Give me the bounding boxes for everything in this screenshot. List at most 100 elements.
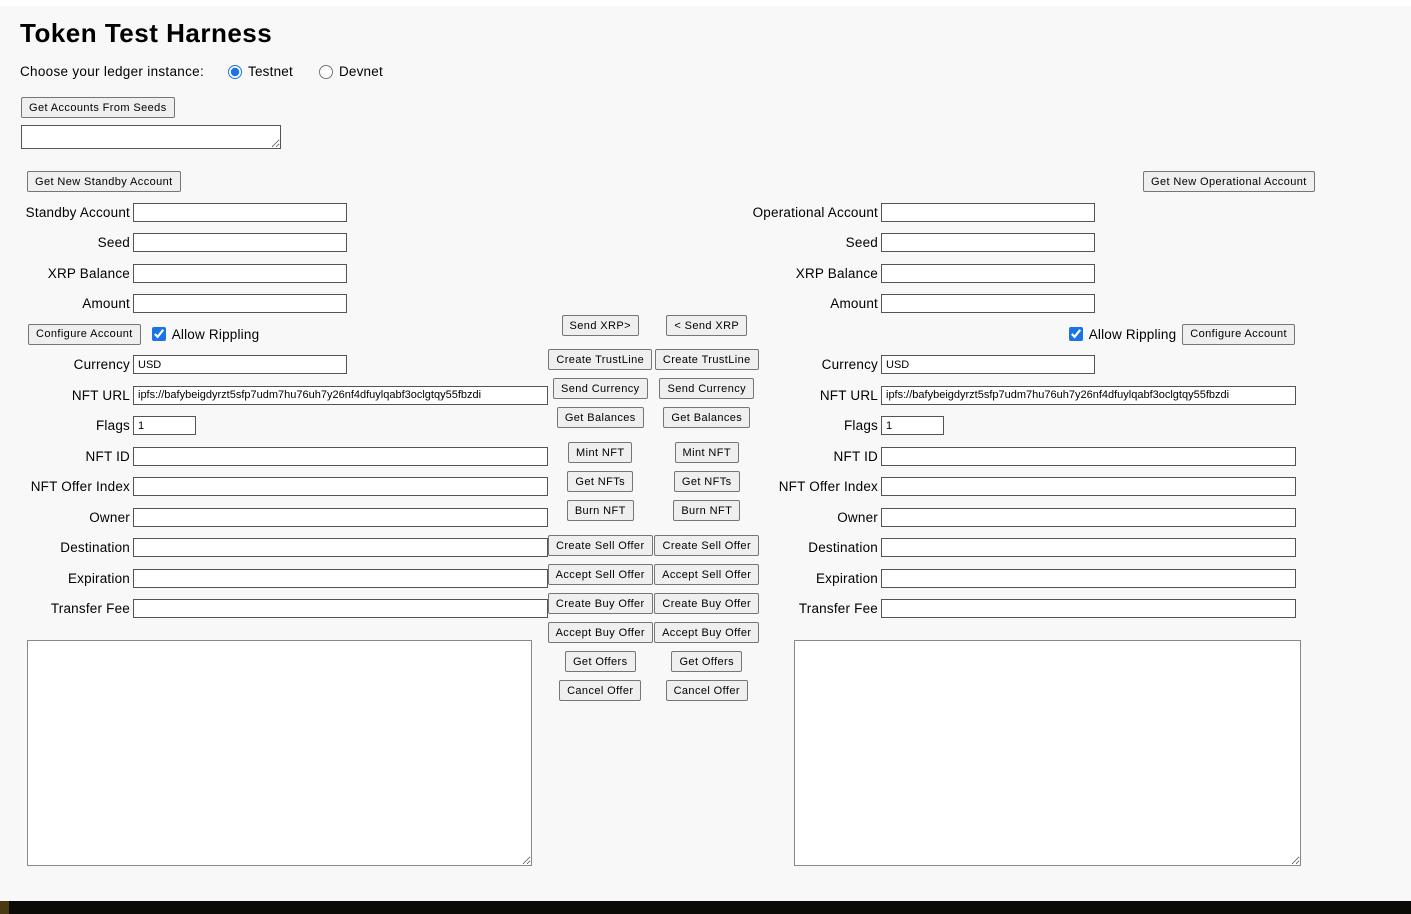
configure-operational-account-button[interactable]: Configure Account [1182, 324, 1295, 345]
operational-burn-nft-button[interactable]: Burn NFT [673, 500, 740, 521]
operational-expiration-input[interactable] [881, 569, 1296, 588]
standby-xrp-balance-label: XRP Balance [0, 266, 133, 281]
operational-owner-input[interactable] [881, 508, 1296, 527]
form-row: Amount [748, 294, 1296, 314]
standby-currency-input[interactable] [133, 355, 347, 374]
operational-flags-input[interactable] [881, 416, 944, 435]
operational-transfer-fee-label: Transfer Fee [748, 601, 881, 616]
standby-amount-input[interactable] [133, 294, 347, 313]
operational-get-nfts-button[interactable]: Get NFTs [674, 471, 740, 492]
standby-seed-label: Seed [0, 235, 133, 250]
operational-get-balances-button[interactable]: Get Balances [663, 407, 750, 428]
operational-send-currency-button[interactable]: Send Currency [659, 378, 754, 399]
form-row: Destination [748, 538, 1296, 558]
operational-create-sell-offer-button[interactable]: Create Sell Offer [654, 535, 759, 556]
form-row: Owner [0, 507, 560, 527]
form-row: NFT Offer Index [748, 477, 1296, 497]
standby-owner-label: Owner [0, 510, 133, 525]
devnet-radio[interactable] [319, 65, 333, 79]
operational-results-textarea[interactable] [794, 640, 1301, 866]
standby-results-textarea[interactable] [27, 640, 532, 866]
operational-nft-offer-index-input[interactable] [881, 477, 1296, 496]
standby-burn-nft-button[interactable]: Burn NFT [567, 500, 634, 521]
operational-get-offers-button[interactable]: Get Offers [671, 651, 742, 672]
configure-standby-account-button[interactable]: Configure Account [28, 324, 141, 345]
operational-destination-label: Destination [748, 540, 881, 555]
get-accounts-from-seeds-button[interactable]: Get Accounts From Seeds [21, 97, 175, 118]
standby-amount-label: Amount [0, 296, 133, 311]
standby-nft-offer-index-input[interactable] [133, 477, 548, 496]
operational-nft-id-input[interactable] [881, 447, 1296, 466]
operational-transfer-fee-input[interactable] [881, 599, 1296, 618]
standby-nft-id-input[interactable] [133, 447, 548, 466]
operational-currency-input[interactable] [881, 355, 1095, 374]
operational-account-input[interactable] [881, 203, 1095, 222]
form-row: NFT ID [0, 446, 560, 466]
standby-send-xrp-button[interactable]: Send XRP> [562, 315, 639, 336]
operational-form: Operational Account Seed XRP Balance Amo… [748, 202, 1296, 629]
operational-destination-input[interactable] [881, 538, 1296, 557]
action-row-create-buy-offer: Create Buy Offer Create Buy Offer [547, 593, 760, 614]
standby-expiration-input[interactable] [133, 569, 548, 588]
radio-option-devnet[interactable]: Devnet [319, 64, 383, 79]
operational-amount-input[interactable] [881, 294, 1095, 313]
standby-accept-buy-offer-button[interactable]: Accept Buy Offer [548, 622, 653, 643]
seeds-textarea[interactable] [21, 125, 281, 149]
standby-cancel-offer-button[interactable]: Cancel Offer [559, 680, 641, 701]
operational-seed-input[interactable] [881, 233, 1095, 252]
standby-get-nfts-button[interactable]: Get NFTs [567, 471, 633, 492]
standby-accept-sell-offer-button[interactable]: Accept Sell Offer [548, 564, 653, 585]
standby-send-currency-button[interactable]: Send Currency [553, 378, 648, 399]
operational-nft-url-label: NFT URL [748, 388, 881, 403]
standby-get-balances-button[interactable]: Get Balances [557, 407, 644, 428]
operational-create-trustline-button[interactable]: Create TrustLine [655, 349, 759, 370]
form-row: Seed [0, 233, 560, 253]
action-row-burn-nft: Burn NFT Burn NFT [547, 500, 760, 521]
action-row-cancel-offer: Cancel Offer Cancel Offer [547, 680, 760, 701]
action-row-mint-nft: Mint NFT Mint NFT [547, 442, 760, 463]
operational-xrp-balance-input[interactable] [881, 264, 1095, 283]
standby-create-sell-offer-button[interactable]: Create Sell Offer [548, 535, 653, 556]
operational-xrp-balance-label: XRP Balance [748, 266, 881, 281]
form-row: XRP Balance [0, 263, 560, 283]
action-row-get-nfts: Get NFTs Get NFTs [547, 471, 760, 492]
standby-xrp-balance-input[interactable] [133, 264, 347, 283]
standby-seed-input[interactable] [133, 233, 347, 252]
operational-accept-buy-offer-button[interactable]: Accept Buy Offer [654, 622, 759, 643]
standby-allow-rippling-label[interactable]: Allow Rippling [172, 327, 260, 342]
form-row: NFT URL [0, 385, 560, 405]
operational-mint-nft-button[interactable]: Mint NFT [675, 442, 739, 463]
standby-nft-url-input[interactable] [133, 386, 548, 405]
standby-transfer-fee-input[interactable] [133, 599, 548, 618]
testnet-radio[interactable] [228, 65, 242, 79]
operational-create-buy-offer-button[interactable]: Create Buy Offer [654, 593, 759, 614]
form-row: Transfer Fee [748, 599, 1296, 619]
get-new-operational-account-button[interactable]: Get New Operational Account [1143, 171, 1315, 192]
standby-create-trustline-button[interactable]: Create TrustLine [548, 349, 652, 370]
action-row-create-sell-offer: Create Sell Offer Create Sell Offer [547, 535, 760, 556]
standby-owner-input[interactable] [133, 508, 548, 527]
radio-option-testnet[interactable]: Testnet [228, 64, 293, 79]
devnet-label[interactable]: Devnet [339, 64, 383, 79]
standby-flags-input[interactable] [133, 416, 196, 435]
standby-allow-rippling-checkbox[interactable] [152, 327, 166, 341]
operational-flags-label: Flags [748, 418, 881, 433]
get-new-standby-account-button[interactable]: Get New Standby Account [27, 171, 181, 192]
testnet-label[interactable]: Testnet [248, 64, 293, 79]
operational-cancel-offer-button[interactable]: Cancel Offer [666, 680, 748, 701]
standby-get-offers-button[interactable]: Get Offers [565, 651, 636, 672]
form-row: Operational Account [748, 202, 1296, 222]
standby-flags-label: Flags [0, 418, 133, 433]
operational-owner-label: Owner [748, 510, 881, 525]
operational-send-xrp-button[interactable]: < Send XRP [666, 315, 747, 336]
standby-mint-nft-button[interactable]: Mint NFT [568, 442, 632, 463]
operational-allow-rippling-label[interactable]: Allow Rippling [1089, 327, 1177, 342]
standby-destination-input[interactable] [133, 538, 548, 557]
standby-create-buy-offer-button[interactable]: Create Buy Offer [548, 593, 653, 614]
standby-account-input[interactable] [133, 203, 347, 222]
standby-expiration-label: Expiration [0, 571, 133, 586]
standby-destination-label: Destination [0, 540, 133, 555]
operational-accept-sell-offer-button[interactable]: Accept Sell Offer [654, 564, 759, 585]
operational-nft-url-input[interactable] [881, 386, 1296, 405]
operational-allow-rippling-checkbox[interactable] [1069, 327, 1083, 341]
